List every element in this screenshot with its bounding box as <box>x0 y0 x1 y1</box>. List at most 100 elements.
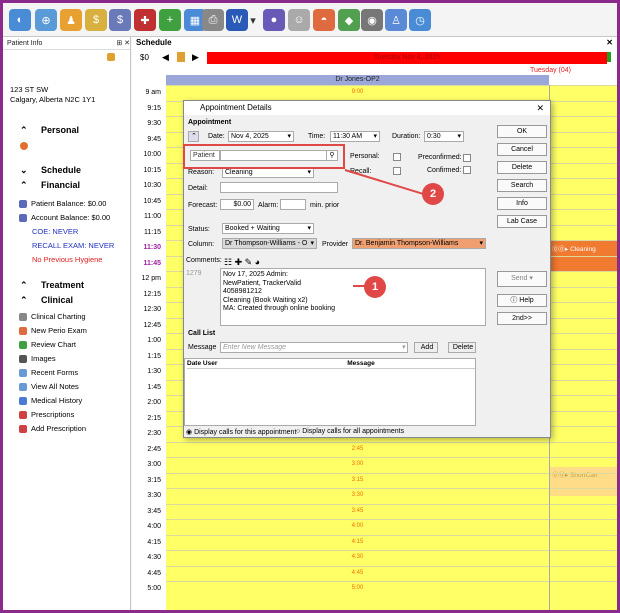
main-toolbar: ◐ ⊕ ♟ $ $ ✚ + ▦ ⎙ W ▾ ● ☺ ◓ ◆ ◉ ♙ ◷ <box>3 3 617 37</box>
alarm-input[interactable] <box>280 199 306 210</box>
forecast-input[interactable]: $0.00 <box>220 199 254 210</box>
expand-personal-icon[interactable]: ⌃ <box>20 125 28 136</box>
radio-all-appointments[interactable]: ○ Display calls for all appointments <box>296 428 404 435</box>
grid-line <box>550 426 617 427</box>
call-list-table: Date User Message <box>184 358 476 426</box>
expand-clinical-icon[interactable]: ⌃ <box>20 295 28 306</box>
message-input[interactable]: Enter New Message <box>220 342 408 353</box>
chevron-down-icon[interactable]: ▾ <box>248 9 258 31</box>
grid-line <box>166 488 549 489</box>
time-slot-label: 12:15 <box>143 290 161 298</box>
section-financial[interactable]: Financial <box>41 180 80 190</box>
time-field[interactable]: 11:30 AM <box>330 131 380 142</box>
search-icon[interactable]: ⊕ <box>35 9 57 31</box>
add-call-button[interactable]: Add <box>414 342 438 353</box>
recall-checkbox[interactable] <box>393 167 401 175</box>
dialog-close-icon[interactable]: ✕ <box>536 101 550 115</box>
review-chart[interactable]: Review Chart <box>19 340 76 349</box>
column-header[interactable]: Dr Jones-OP2 <box>166 75 549 85</box>
confirmed-label: Confirmed: <box>427 167 462 174</box>
prescriptions[interactable]: Prescriptions <box>19 410 74 419</box>
expand-financial-icon[interactable]: ⌃ <box>20 180 28 191</box>
ledger-icon[interactable]: $ <box>109 9 131 31</box>
schedule-grid-secondary[interactable]: ⓪⓪▸ Cleaning ⓪⓪▸ ShortCan <box>549 85 617 610</box>
recent-forms[interactable]: Recent Forms <box>19 368 78 377</box>
cancel-button[interactable]: Cancel <box>497 143 547 156</box>
personal-checkbox[interactable] <box>393 153 401 161</box>
calendar-picker-icon[interactable] <box>177 52 185 62</box>
section-clinical[interactable]: Clinical <box>41 295 73 305</box>
medical-history[interactable]: Medical History <box>19 396 82 405</box>
lab-case-button[interactable]: Lab Case <box>497 215 547 228</box>
user-icon[interactable]: ♙ <box>385 9 407 31</box>
duration-field[interactable]: 0:30 <box>424 131 464 142</box>
appointment-shortcan[interactable]: ⓪⓪▸ ShortCan <box>550 467 617 496</box>
link-icon[interactable] <box>107 53 115 61</box>
search-button[interactable]: Search <box>497 179 547 192</box>
column-field[interactable]: Dr Thompson-Williams - O <box>222 238 317 249</box>
slot-label: 3:00 <box>351 461 364 467</box>
reports-icon[interactable]: ◓ <box>313 9 335 31</box>
grid-line <box>550 224 617 226</box>
provider-field[interactable]: Dr. Benjamin Thompson-Williams <box>352 238 486 249</box>
new-perio-exam[interactable]: New Perio Exam <box>19 326 87 335</box>
forecast-label: Forecast: <box>188 202 218 209</box>
section-schedule[interactable]: Schedule <box>41 165 81 175</box>
grid-line <box>550 271 617 272</box>
expand-treatment-icon[interactable]: ⌃ <box>20 280 28 291</box>
grid-line <box>550 131 617 133</box>
section-treatment[interactable]: Treatment <box>41 280 84 290</box>
images[interactable]: Images <box>19 354 56 363</box>
call-list-label: Call List <box>188 330 216 337</box>
add-icon[interactable]: + <box>159 9 181 31</box>
patient-balance[interactable]: Patient Balance: $0.00 <box>19 199 106 208</box>
chart-icon[interactable]: ✚ <box>134 9 156 31</box>
grid-line <box>550 503 617 505</box>
status-field[interactable]: Booked + Waiting <box>222 223 314 234</box>
second-button[interactable]: 2nd>> <box>497 312 547 325</box>
billing-icon[interactable]: $ <box>85 9 107 31</box>
delete-button[interactable]: Delete <box>497 161 547 174</box>
ok-button[interactable]: OK <box>497 125 547 138</box>
confirmed-checkbox[interactable] <box>463 166 471 174</box>
prev-day-icon[interactable]: ◀ <box>162 52 169 63</box>
patients-icon[interactable]: ♟ <box>60 9 82 31</box>
camera-icon[interactable]: ◉ <box>361 9 383 31</box>
pin-close-icons[interactable]: ⊞ ✕ <box>116 37 130 49</box>
appointment-cleaning[interactable]: ⓪⓪▸ Cleaning <box>550 241 617 272</box>
preconfirmed-label: Preconfirmed: <box>418 154 462 161</box>
word-icon[interactable]: W <box>226 9 248 31</box>
dashboard-icon[interactable]: ◐ <box>9 9 31 31</box>
comments-textarea[interactable]: Nov 17, 2025 Admin: NewPatient, TrackerV… <box>220 268 486 326</box>
radio-this-appointment[interactable]: ◉ Display calls for this appointment <box>186 428 296 436</box>
account-balance[interactable]: Account Balance: $0.00 <box>19 213 110 222</box>
expand-schedule-icon[interactable]: ⌄ <box>20 165 28 176</box>
clinical-charting[interactable]: Clinical Charting <box>19 312 86 321</box>
chat-icon[interactable]: ● <box>263 9 285 31</box>
person-icon[interactable] <box>20 142 28 150</box>
date-field[interactable]: Nov 4, 2025 <box>228 131 294 142</box>
add-prescription[interactable]: Add Prescription <box>19 424 86 433</box>
info-button[interactable]: Info <box>497 197 547 210</box>
slot-label: 3:30 <box>351 492 364 498</box>
help-button[interactable]: ⓘ Help <box>497 294 547 307</box>
format-toolbar-icons[interactable]: ☷ ✚ ✎ ◕ <box>224 257 260 268</box>
preconfirmed-checkbox[interactable] <box>463 154 471 162</box>
next-day-icon[interactable]: ▶ <box>192 52 199 63</box>
date-banner: Tuesday Nov 4, 2025 <box>207 52 607 64</box>
time-slot-label: 11:45 <box>143 259 161 267</box>
labs-icon[interactable]: ◆ <box>338 9 360 31</box>
clock-icon[interactable]: ◷ <box>409 9 431 31</box>
grid-line <box>550 317 617 319</box>
radio-this-label: Display calls for this appointment <box>194 429 297 436</box>
send-button[interactable]: Send ▾ <box>497 271 547 287</box>
print-icon[interactable]: ⎙ <box>202 9 224 31</box>
delete-call-button[interactable]: Delete <box>448 342 476 353</box>
expand-icon[interactable]: ⌃ <box>188 131 199 142</box>
section-personal[interactable]: Personal <box>41 125 79 135</box>
view-all-notes[interactable]: View All Notes <box>19 382 79 391</box>
detail-input[interactable] <box>220 182 338 193</box>
close-icon[interactable]: ✕ <box>606 37 617 49</box>
tooth-icon[interactable]: ☺ <box>288 9 310 31</box>
time-slot-label: 2:45 <box>147 445 161 453</box>
